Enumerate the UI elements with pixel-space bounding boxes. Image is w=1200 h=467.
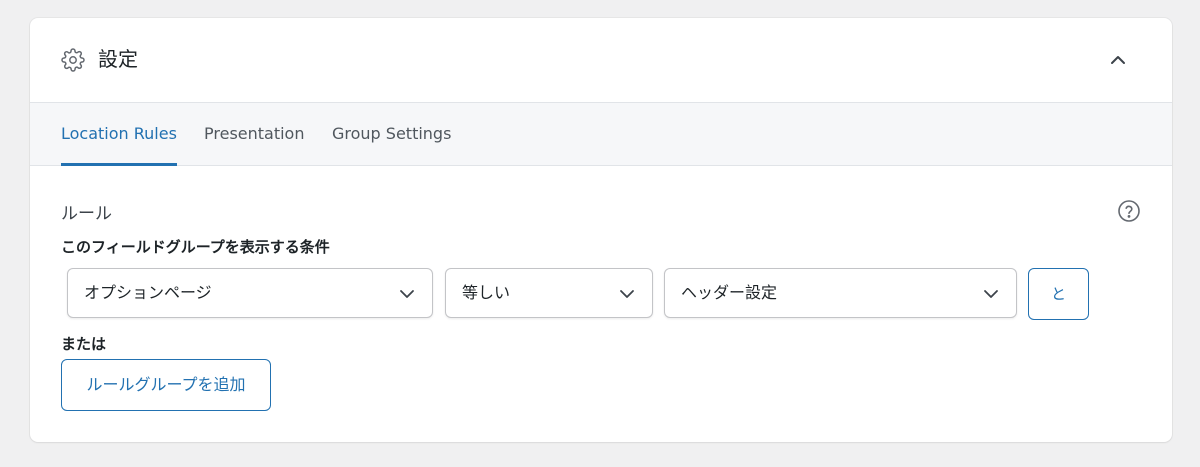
rules-label: ルール bbox=[61, 204, 112, 224]
tab-location-rules[interactable]: Location Rules bbox=[61, 103, 177, 166]
operator-select[interactable]: 等しい bbox=[445, 268, 653, 318]
operator-select-value: 等しい bbox=[462, 283, 511, 302]
param-select[interactable]: オプションページ bbox=[67, 268, 433, 318]
help-circle-icon[interactable] bbox=[1117, 199, 1141, 223]
or-label: または bbox=[61, 335, 107, 353]
add-rule-group-button[interactable]: ルールグループを追加 bbox=[61, 359, 271, 411]
value-select-value: ヘッダー設定 bbox=[681, 283, 778, 302]
tab-presentation[interactable]: Presentation bbox=[204, 103, 304, 165]
add-and-rule-button[interactable]: と bbox=[1028, 268, 1089, 320]
gear-icon bbox=[61, 48, 85, 72]
panel-title: 設定 bbox=[98, 47, 138, 71]
panel-header[interactable]: 設定 bbox=[30, 18, 1172, 103]
value-select[interactable]: ヘッダー設定 bbox=[664, 268, 1017, 318]
settings-panel: 設定 Location Rules Presentation Group Set… bbox=[30, 18, 1172, 442]
chevron-down-icon bbox=[984, 290, 998, 298]
chevron-down-icon bbox=[400, 290, 414, 298]
tabs-bar: Location Rules Presentation Group Settin… bbox=[30, 103, 1172, 166]
param-select-value: オプションページ bbox=[84, 283, 212, 302]
condition-heading: このフィールドグループを表示する条件 bbox=[61, 238, 330, 256]
chevron-down-icon bbox=[620, 290, 634, 298]
chevron-up-icon[interactable] bbox=[1104, 46, 1132, 74]
tab-group-settings[interactable]: Group Settings bbox=[332, 103, 451, 165]
